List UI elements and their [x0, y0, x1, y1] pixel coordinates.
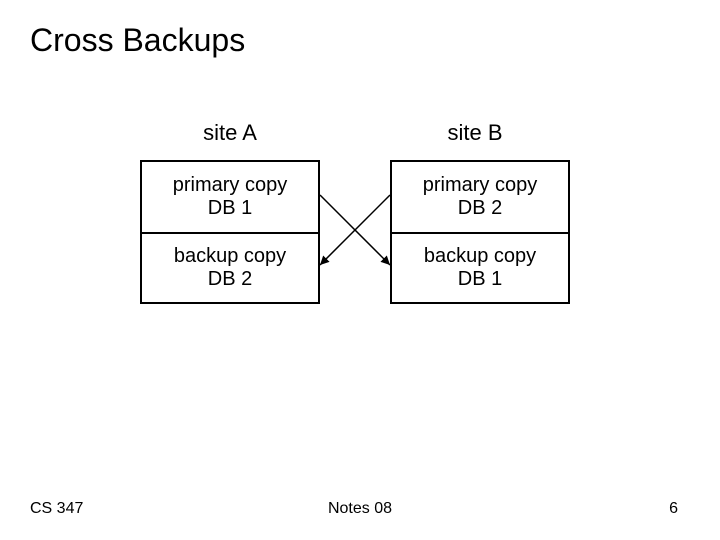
- site-b-label: site B: [395, 120, 555, 146]
- site-a-backup-cell: backup copy DB 2: [142, 232, 318, 302]
- site-a-primary-cell: primary copy DB 1: [142, 162, 318, 232]
- footer-page-number: 6: [669, 500, 678, 518]
- site-b-primary-cell: primary copy DB 2: [392, 162, 568, 232]
- site-a-label: site A: [150, 120, 310, 146]
- site-a-column: primary copy DB 1 backup copy DB 2: [140, 160, 320, 304]
- slide-title: Cross Backups: [30, 22, 245, 59]
- site-b-backup-cell: backup copy DB 1: [392, 232, 568, 302]
- cross-arrows: [320, 160, 390, 300]
- footer-notes: Notes 08: [0, 500, 720, 518]
- slide: Cross Backups site A site B primary copy…: [0, 0, 720, 540]
- site-b-column: primary copy DB 2 backup copy DB 1: [390, 160, 570, 304]
